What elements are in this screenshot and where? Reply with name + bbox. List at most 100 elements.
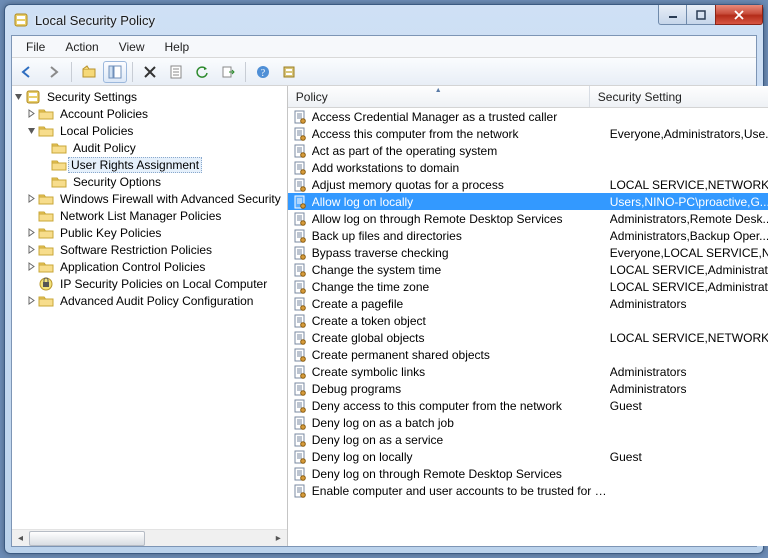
tree-item[interactable]: Security Options [12,173,287,190]
policy-icon [292,211,308,227]
delete-button[interactable] [138,61,162,83]
security-setting: Administrators [610,382,768,396]
list-row[interactable]: Create a token object [288,312,768,329]
list-row[interactable]: Deny log on as a service [288,431,768,448]
tree-item[interactable]: IP Security Policies on Local Computer [12,275,287,292]
tree-view[interactable]: Security SettingsAccount PoliciesLocal P… [12,86,287,529]
list-row[interactable]: Create a pagefileAdministrators [288,295,768,312]
policy-name: Access this computer from the network [312,127,610,141]
tree-twist-icon[interactable] [25,262,38,271]
properties-button[interactable] [164,61,188,83]
tree-item[interactable]: Network List Manager Policies [12,207,287,224]
policy-name: Allow log on through Remote Desktop Serv… [312,212,610,226]
list-row[interactable]: Allow log on through Remote Desktop Serv… [288,210,768,227]
menu-help[interactable]: Help [155,38,200,56]
close-button[interactable] [715,5,763,25]
policy-name: Access Credential Manager as a trusted c… [312,110,610,124]
tree-item[interactable]: Audit Policy [12,139,287,156]
list-row[interactable]: Deny log on locallyGuest [288,448,768,465]
help-button[interactable]: ? [251,61,275,83]
tree-item[interactable]: Security Settings [12,88,287,105]
list-row[interactable]: Act as part of the operating system [288,142,768,159]
show-tree-button[interactable] [103,61,127,83]
menu-file[interactable]: File [16,38,55,56]
policy-icon [292,143,308,159]
list-row[interactable]: Deny log on through Remote Desktop Servi… [288,465,768,482]
list-row[interactable]: Deny access to this computer from the ne… [288,397,768,414]
policy-name: Add workstations to domain [312,161,610,175]
list-row[interactable]: Create permanent shared objects [288,346,768,363]
title-bar[interactable]: Local Security Policy [5,5,763,35]
policy-name: Bypass traverse checking [312,246,610,260]
tree-item-label: Security Settings [45,90,139,104]
list-row[interactable]: Access Credential Manager as a trusted c… [288,108,768,125]
column-header-setting[interactable]: Security Setting [590,86,768,107]
list-row[interactable]: Change the time zoneLOCAL SERVICE,Admini… [288,278,768,295]
back-button[interactable] [16,61,40,83]
list-row[interactable]: Adjust memory quotas for a processLOCAL … [288,176,768,193]
tree-item[interactable]: User Rights Assignment [12,156,287,173]
policy-name: Deny log on as a batch job [312,416,610,430]
tree-item[interactable]: Software Restriction Policies [12,241,287,258]
tree-item[interactable]: Account Policies [12,105,287,122]
policy-name: Allow log on locally [312,195,610,209]
policy-name: Create a token object [312,314,610,328]
svg-text:?: ? [261,68,266,79]
policy-name: Create a pagefile [312,297,610,311]
list-row[interactable]: Debug programsAdministrators [288,380,768,397]
list-row[interactable]: Access this computer from the networkEve… [288,125,768,142]
column-header-policy[interactable]: Policy ▲ [288,86,590,107]
tree-item[interactable]: Windows Firewall with Advanced Security [12,190,287,207]
list-row[interactable]: Allow log on locallyUsers,NINO-PC\proact… [288,193,768,210]
menu-action[interactable]: Action [55,38,108,56]
tree-item[interactable]: Local Policies [12,122,287,139]
tree-item[interactable]: Advanced Audit Policy Configuration [12,292,287,309]
export-button[interactable] [216,61,240,83]
policy-name: Debug programs [312,382,610,396]
tree-twist-icon[interactable] [25,194,38,203]
list-row[interactable]: Add workstations to domain [288,159,768,176]
tree-item-label: Public Key Policies [58,226,163,240]
options-button[interactable] [277,61,301,83]
scroll-right-icon[interactable]: ▸ [270,531,287,546]
list-row[interactable]: Bypass traverse checkingEveryone,LOCAL S… [288,244,768,261]
tree-twist-icon[interactable] [25,109,38,118]
security-setting: Guest [610,399,768,413]
folder-icon [38,106,54,122]
security-setting: Everyone,LOCAL SERVICE,N... [610,246,768,260]
policy-icon [292,347,308,363]
tree-item[interactable]: Public Key Policies [12,224,287,241]
list-row[interactable]: Create global objectsLOCAL SERVICE,NETWO… [288,329,768,346]
tree-twist-icon[interactable] [12,92,25,101]
tree-horizontal-scrollbar[interactable]: ◂ ▸ [12,529,287,546]
up-button[interactable] [77,61,101,83]
menu-view[interactable]: View [109,38,155,56]
policy-icon [292,330,308,346]
list-row[interactable]: Deny log on as a batch job [288,414,768,431]
tree-twist-icon[interactable] [25,126,38,135]
list-view[interactable]: Access Credential Manager as a trusted c… [288,108,768,546]
maximize-button[interactable] [686,5,716,25]
list-row[interactable]: Change the system timeLOCAL SERVICE,Admi… [288,261,768,278]
refresh-button[interactable] [190,61,214,83]
security-setting: LOCAL SERVICE,Administrat... [610,280,768,294]
tree-item[interactable]: Application Control Policies [12,258,287,275]
scroll-thumb[interactable] [29,531,145,546]
tree-pane: Security SettingsAccount PoliciesLocal P… [12,86,288,546]
tree-twist-icon[interactable] [25,296,38,305]
security-setting: Users,NINO-PC\proactive,G... [610,195,768,209]
tree-twist-icon[interactable] [25,245,38,254]
folder-icon [51,157,67,173]
minimize-button[interactable] [658,5,687,25]
tree-twist-icon[interactable] [25,228,38,237]
list-row[interactable]: Back up files and directoriesAdministrat… [288,227,768,244]
policy-name: Create permanent shared objects [312,348,610,362]
scroll-track[interactable] [29,531,270,546]
tree-item-label: Audit Policy [71,141,138,155]
toolbar-separator [71,62,72,82]
list-row[interactable]: Create symbolic linksAdministrators [288,363,768,380]
forward-button[interactable] [42,61,66,83]
scroll-left-icon[interactable]: ◂ [12,531,29,546]
toolbar-separator [132,62,133,82]
list-row[interactable]: Enable computer and user accounts to be … [288,482,768,499]
